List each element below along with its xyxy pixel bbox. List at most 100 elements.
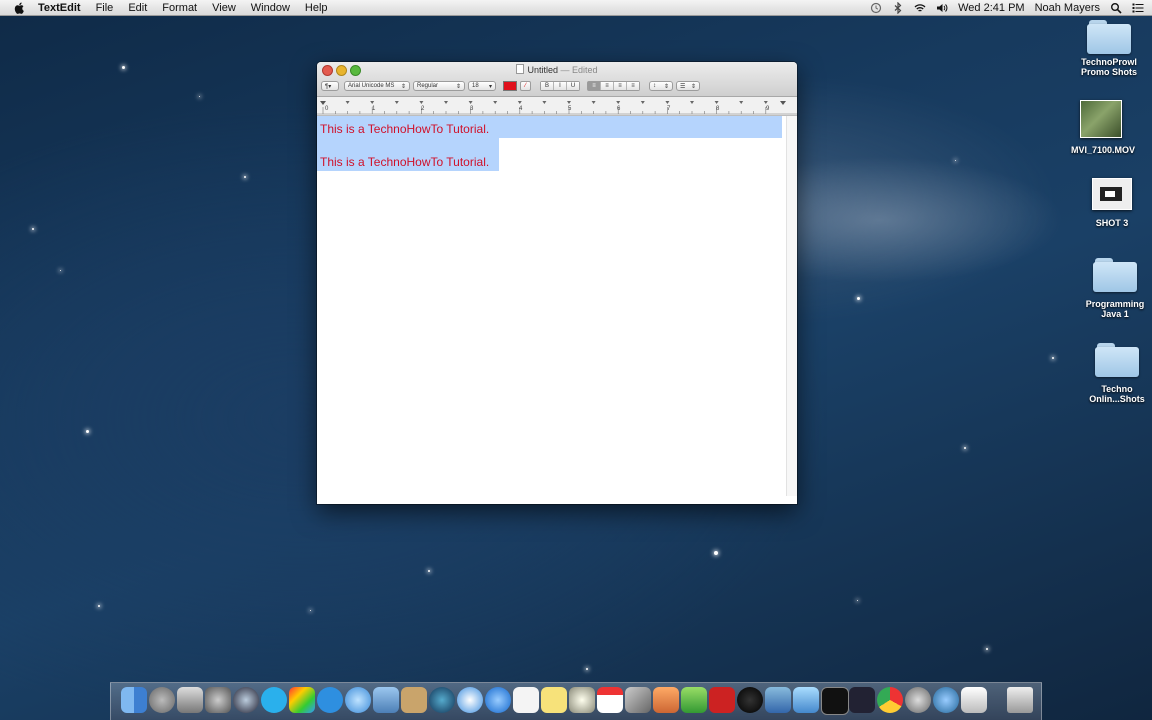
quicktime-icon[interactable] (233, 687, 259, 713)
document-icon (516, 64, 525, 74)
window-title: Untitled — Edited (317, 64, 797, 75)
launchpad-icon[interactable] (149, 687, 175, 713)
ruler[interactable]: 0 1 2 3 4 5 6 7 8 9 (317, 97, 797, 116)
menu-window[interactable]: Window (251, 2, 290, 14)
trash-icon[interactable] (1007, 687, 1033, 713)
list-bullets-popup[interactable]: ☰ ⇕ (676, 81, 700, 91)
calendar-icon[interactable] (597, 687, 623, 713)
menu-format[interactable]: Format (162, 2, 197, 14)
dashboard-icon[interactable] (177, 687, 203, 713)
messages-icon[interactable] (345, 687, 371, 713)
system-preferences-icon[interactable] (205, 687, 231, 713)
tab-stop-marker[interactable] (640, 101, 645, 104)
kindle-icon[interactable] (849, 687, 875, 713)
title-bar[interactable]: Untitled — Edited ¶▾ Arial Unicode MS ⇕ R… (317, 62, 797, 97)
camera-icon[interactable] (737, 687, 763, 713)
tab-stop-marker[interactable] (517, 101, 522, 104)
app-menu[interactable]: TextEdit (38, 2, 81, 14)
stickies-icon[interactable] (541, 687, 567, 713)
menu-user[interactable]: Noah Mayers (1035, 2, 1100, 14)
align-justify-button[interactable]: ≡ (627, 82, 639, 90)
ruler-number-7: 7 (667, 106, 671, 112)
apple-icon[interactable] (14, 2, 26, 14)
underline-button[interactable]: U (567, 82, 579, 90)
desktop-icon[interactable]: TechnoProwl Promo Shots (1069, 20, 1149, 77)
menu-help[interactable]: Help (305, 2, 328, 14)
text-color-swatch[interactable] (503, 81, 517, 91)
text-area[interactable]: This is a TechnoHowTo Tutorial. This is … (317, 116, 787, 496)
volume-icon[interactable] (936, 2, 948, 14)
desktop-icon-label: SHOT 3 (1095, 218, 1129, 228)
bluetooth-icon[interactable] (892, 1, 904, 14)
font-family-popup[interactable]: Arial Unicode MS ⇕ (344, 81, 410, 91)
vertical-scrollbar[interactable] (786, 116, 797, 496)
contacts-icon[interactable] (401, 687, 427, 713)
line-spacing-popup[interactable]: ↕ ⇕ (649, 81, 673, 91)
spotlight-search-icon[interactable] (1110, 2, 1122, 14)
align-right-button[interactable]: ≡ (614, 82, 627, 90)
time-machine-icon[interactable] (870, 2, 882, 14)
tab-stop-marker[interactable] (714, 101, 719, 104)
tab-stop-marker[interactable] (739, 101, 744, 104)
menu-edit[interactable]: Edit (128, 2, 147, 14)
highlight-color-button[interactable]: ⁄ (520, 81, 531, 91)
align-left-button[interactable]: ≡ (588, 82, 601, 90)
desktop-icon[interactable]: Techno Onlin...Shots (1077, 343, 1152, 404)
tab-stop-marker[interactable] (419, 101, 424, 104)
font-style-popup[interactable]: Regular ⇕ (413, 81, 465, 91)
align-center-button[interactable]: ≡ (601, 82, 614, 90)
desktop-icon[interactable]: Programming Java 1 (1075, 258, 1152, 319)
google-earth-icon[interactable] (429, 687, 455, 713)
tab-stop-marker[interactable] (665, 101, 670, 104)
tab-stop-marker[interactable] (493, 101, 498, 104)
italic-button[interactable]: I (554, 82, 567, 90)
network-icon[interactable] (793, 687, 819, 713)
wifi-icon[interactable] (914, 2, 926, 14)
menu-file[interactable]: File (96, 2, 114, 14)
chrome-icon[interactable] (877, 687, 903, 713)
keynote-icon[interactable] (653, 687, 679, 713)
font-family-value: Arial Unicode MS (348, 83, 395, 89)
downloads-icon[interactable] (933, 687, 959, 713)
format-bar: ¶▾ Arial Unicode MS ⇕ Regular ⇕ 18 ▾ ⁄ B I … (321, 80, 793, 92)
folder-icon (1087, 20, 1131, 54)
finder-icon[interactable] (121, 687, 147, 713)
ruler-number-9: 9 (766, 106, 770, 112)
textedit-icon[interactable] (513, 687, 539, 713)
ruler-number-3: 3 (470, 106, 474, 112)
app-store-icon[interactable] (317, 687, 343, 713)
terminal-icon[interactable] (821, 687, 849, 715)
safari-icon[interactable] (457, 687, 483, 713)
desktop-icon[interactable]: MVI_7100.MOV (1061, 100, 1141, 155)
photo-icon[interactable] (709, 687, 735, 713)
notification-center-icon[interactable] (1132, 2, 1144, 14)
bold-button[interactable]: B (541, 82, 554, 90)
utility-icon[interactable] (905, 687, 931, 713)
tab-stop-marker[interactable] (616, 101, 621, 104)
itunes-icon[interactable] (485, 687, 511, 713)
tab-stop-marker[interactable] (542, 101, 547, 104)
pen-icon[interactable] (625, 687, 651, 713)
menu-view[interactable]: View (212, 2, 236, 14)
tab-stop-marker[interactable] (444, 101, 448, 104)
tab-stop-marker[interactable] (370, 101, 375, 104)
maps-icon[interactable] (765, 687, 791, 713)
font-size-combo[interactable]: 18 ▾ (468, 81, 496, 91)
tab-stop-marker[interactable] (345, 101, 350, 104)
numbers-icon[interactable] (681, 687, 707, 713)
tab-stop-marker[interactable] (763, 101, 768, 104)
skype-icon[interactable] (261, 687, 287, 713)
tab-stop-marker[interactable] (394, 101, 399, 104)
documents-icon[interactable] (961, 687, 987, 713)
tab-stop-marker[interactable] (567, 101, 571, 104)
paragraph-style-popup[interactable]: ¶▾ (321, 81, 339, 91)
imovie-icon[interactable] (569, 687, 595, 713)
photo-booth-icon[interactable] (289, 687, 315, 713)
desktop-icon[interactable]: SHOT 3 (1072, 178, 1152, 228)
tab-stop-marker[interactable] (591, 101, 596, 104)
tab-stop-marker[interactable] (468, 101, 473, 104)
folder-icon (1093, 258, 1137, 292)
preview-icon[interactable] (373, 687, 399, 713)
tab-stop-marker[interactable] (690, 101, 694, 104)
menu-clock[interactable]: Wed 2:41 PM (958, 2, 1024, 14)
